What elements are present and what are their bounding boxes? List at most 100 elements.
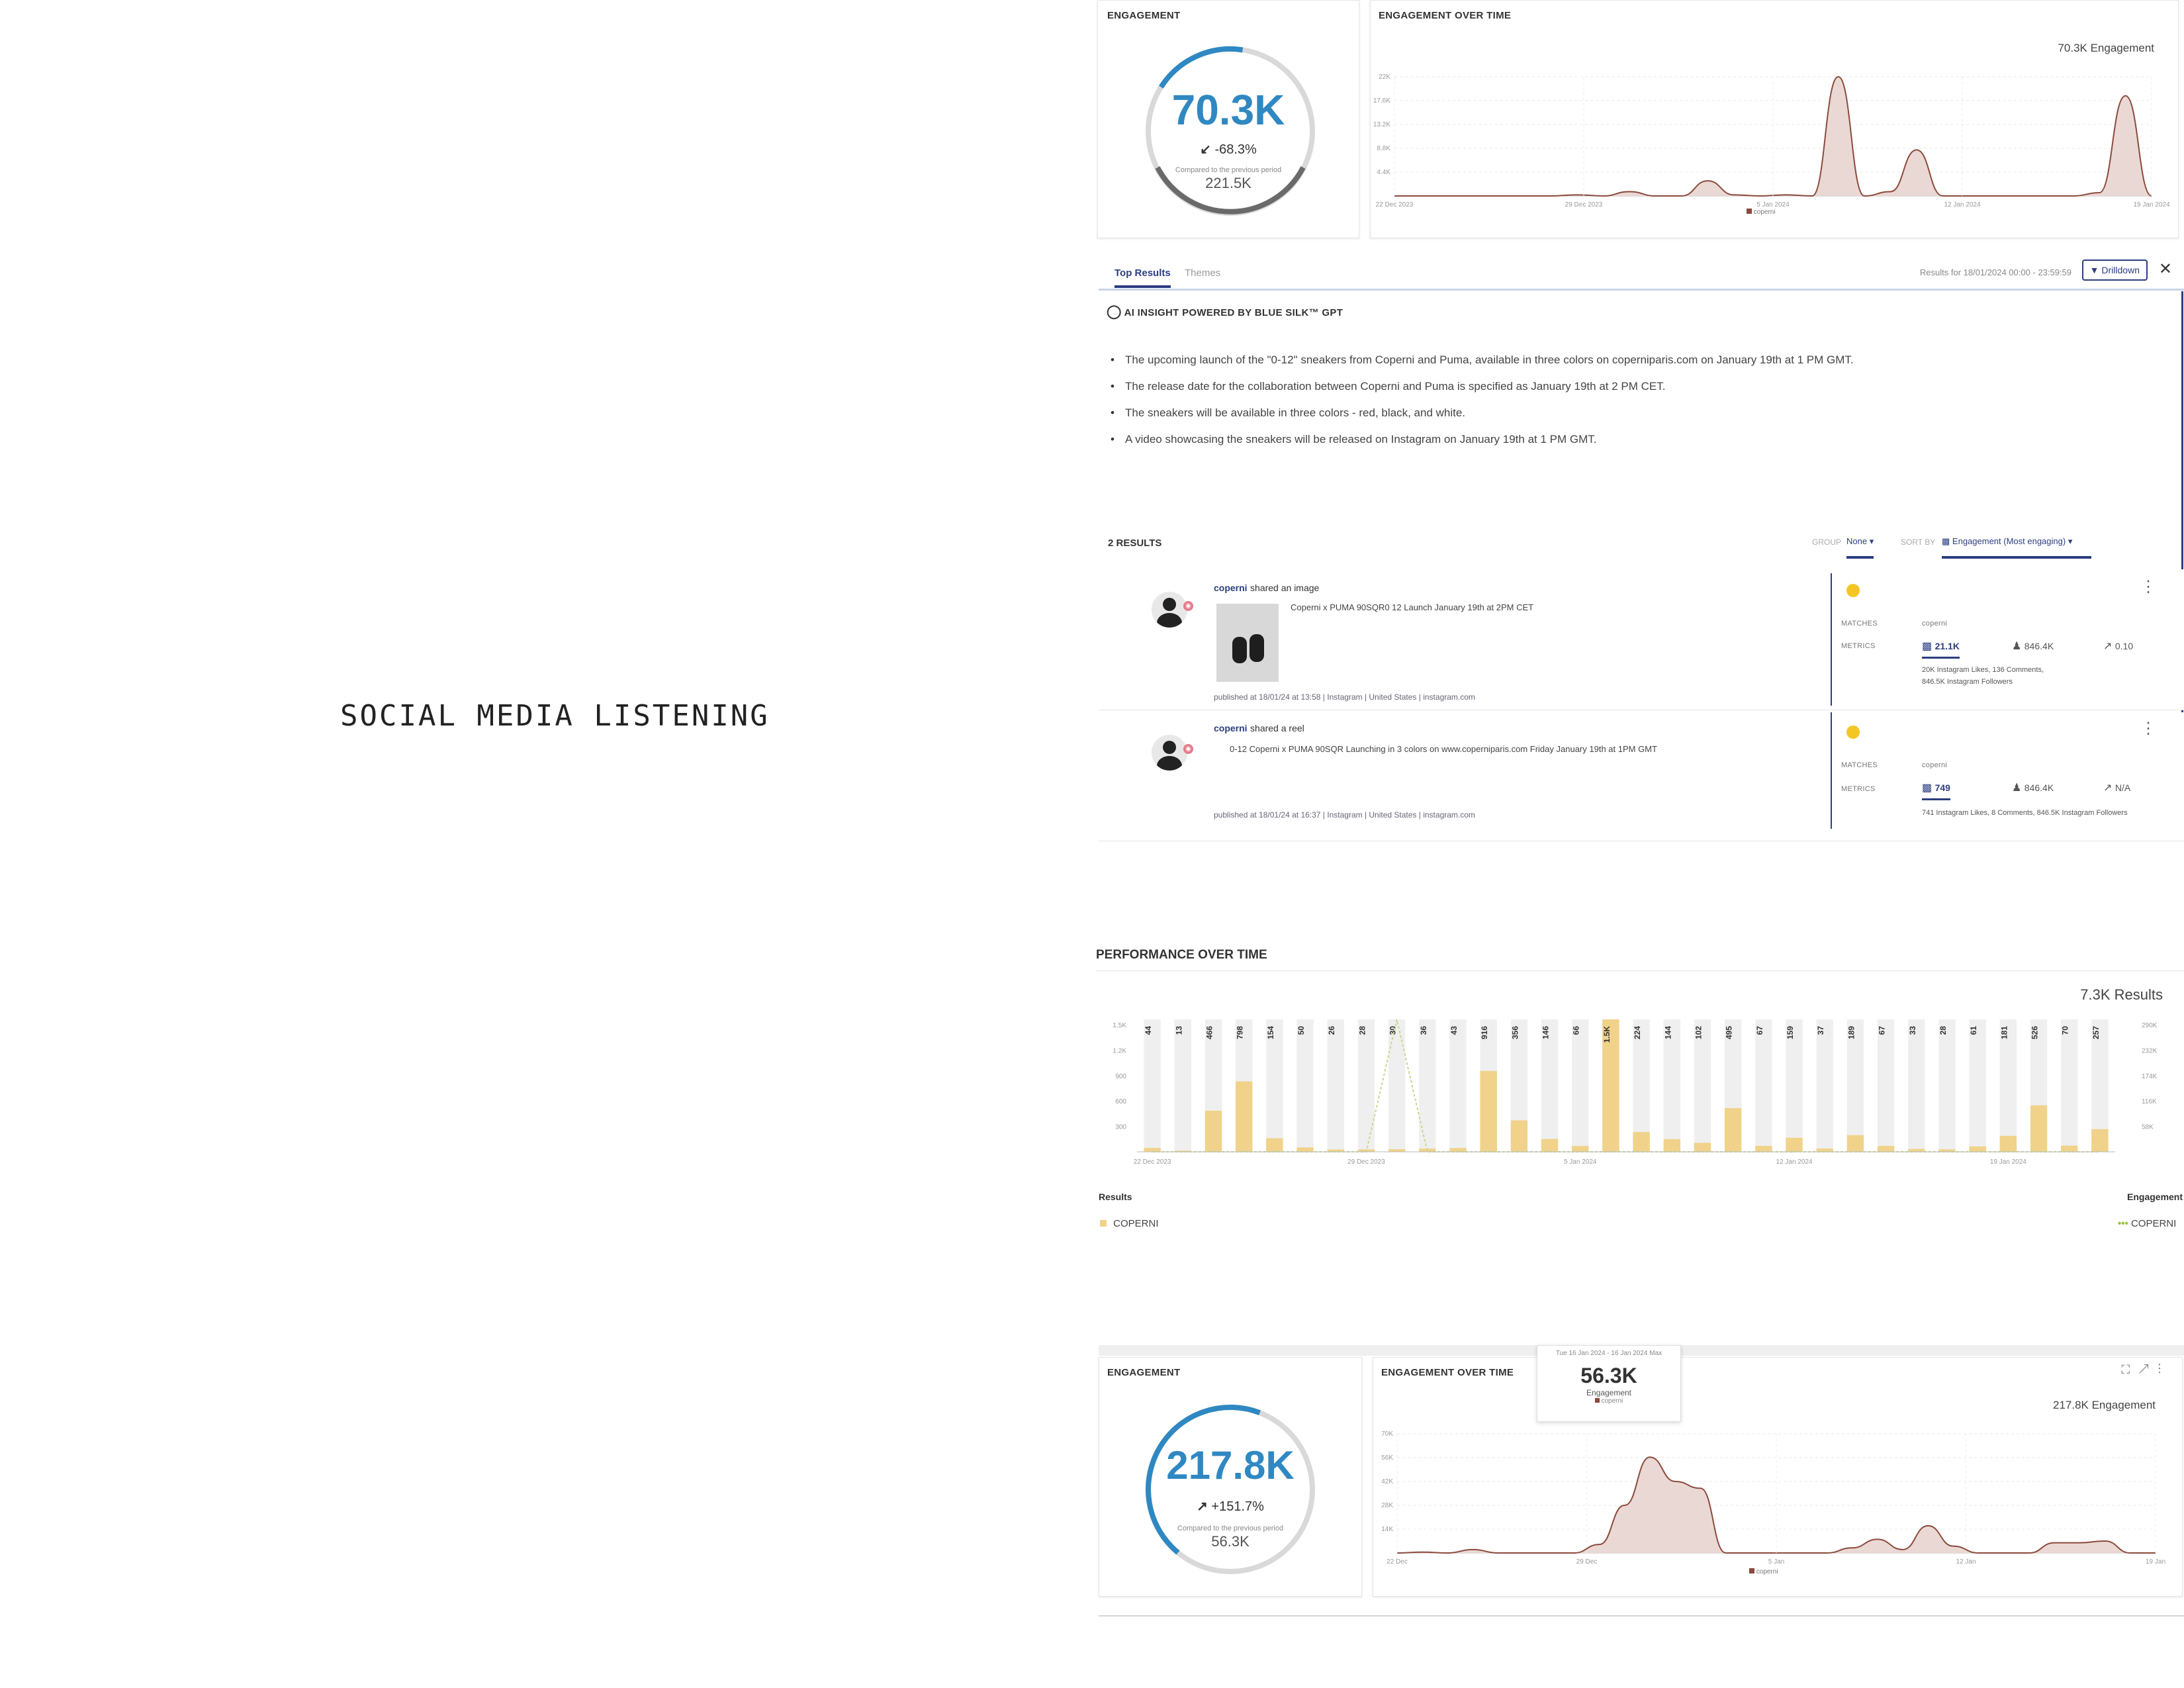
bar-data-label: 36 — [1419, 1026, 1428, 1035]
bar-data-label: 466 — [1205, 1026, 1214, 1039]
post-author[interactable]: coperni — [1214, 723, 1248, 733]
bar-background — [1572, 1019, 1589, 1152]
result-card-1[interactable]: ◉ coperni shared an image Coperni x PUMA… — [1099, 569, 2184, 710]
x-tick-label: 5 Jan 2024 — [1564, 1158, 1597, 1166]
drilldown-button[interactable]: ▼ Drilldown — [2081, 259, 2148, 281]
y-tick-label: 4.4K — [1377, 169, 1390, 176]
bar-data-label: 26 — [1327, 1026, 1336, 1035]
bar — [1205, 1110, 1222, 1152]
engagement-gauge — [1146, 1405, 1315, 1574]
engagement-over-time-card-bottom: ENGAGEMENT OVER TIME ⛶↗⋮ 217.8K Engageme… — [1373, 1357, 2183, 1597]
bar-background — [1755, 1019, 1772, 1152]
bar-data-label: 37 — [1816, 1026, 1825, 1035]
x-tick-label: 22 Dec 2023 — [1376, 201, 1414, 209]
y-tick-label: 42K — [1381, 1478, 1393, 1485]
bar-background — [1449, 1019, 1467, 1152]
bar-data-label: 189 — [1846, 1026, 1856, 1039]
arrow-down-left-icon: ↙ — [1200, 142, 1211, 157]
compared-label: Compared to the previous period — [1177, 1524, 1284, 1532]
x-tick-label: 12 Jan 2024 — [1776, 1158, 1813, 1166]
compared-label: Compared to the previous period — [1175, 166, 1282, 174]
matches-label: MATCHES — [1841, 761, 1878, 769]
sentiment-positive-icon — [1846, 726, 1860, 739]
bar-data-label: 67 — [1878, 1026, 1887, 1035]
more-options-icon[interactable]: ⋮ — [2140, 721, 2156, 737]
bar — [1663, 1139, 1680, 1152]
chart-type-icon[interactable]: ↗ — [2139, 1363, 2158, 1376]
bar-data-label: 798 — [1236, 1026, 1245, 1039]
post-text: 0-12 Coperni x PUMA 90SQR Launching in 3… — [1230, 744, 1657, 754]
bar-background — [1174, 1019, 1191, 1152]
chart-tooltip: Tue 16 Jan 2024 - 16 Jan 2024 Max 56.3K … — [1537, 1345, 1681, 1422]
y-tick-label: 600 — [1115, 1098, 1126, 1105]
instagram-badge-icon: ◉ — [1183, 601, 1193, 611]
chevron-down-icon: ▾ — [2068, 536, 2073, 546]
matches-value: coperni — [1922, 620, 1948, 628]
y-tick-label: 300 — [1115, 1124, 1126, 1131]
performance-summary: 7.3K Results — [2080, 986, 2163, 1003]
bar-data-label: 61 — [1969, 1026, 1978, 1035]
chart-toolbar: ⛶↗⋮ — [2121, 1363, 2170, 1377]
bar-data-label: 526 — [2030, 1026, 2040, 1039]
y-right-tick-label: 58K — [2142, 1124, 2154, 1131]
bar-data-label: 28 — [1357, 1026, 1367, 1035]
bar — [1846, 1135, 1864, 1152]
y-tick-label: 8.8K — [1377, 145, 1390, 152]
trend-icon: ↗ — [2103, 641, 2113, 652]
engagement-value: 70.3K — [1171, 86, 1285, 134]
engagement-legend: ••• COPERNI — [2118, 1218, 2177, 1229]
results-for: Results for 18/01/2024 00:00 - 23:59:59 — [1919, 267, 2071, 277]
chat-icon: ▩ — [1942, 536, 1950, 546]
metrics-divider — [1831, 573, 1832, 706]
ratio-metric: ↗ 0.10 — [2103, 641, 2134, 652]
tab-top-results[interactable]: Top Results — [1115, 267, 1171, 288]
bar-data-label: 66 — [1572, 1026, 1581, 1035]
sort-dropdown[interactable]: ▩ Engagement (Most engaging) ▾ — [1942, 536, 2091, 559]
tooltip-label: Engagement — [1586, 1388, 1632, 1397]
matches-value: coperni — [1922, 761, 1948, 769]
x-tick-label: 19 Jan 2024 — [2133, 201, 2169, 209]
bar-background — [1908, 1019, 1925, 1152]
bar-data-label: 44 — [1144, 1026, 1153, 1035]
chat-icon: ▩ — [1922, 641, 1933, 652]
close-icon[interactable]: ✕ — [2159, 259, 2172, 279]
bar — [2061, 1145, 2078, 1152]
more-options-icon[interactable]: ⋮ — [2158, 1363, 2171, 1376]
x-tick-label: 5 Jan 2024 — [1756, 201, 1790, 209]
published-info: published at 18/01/24 at 13:58 | Instagr… — [1214, 692, 1475, 702]
more-options-icon[interactable]: ⋮ — [2140, 579, 2156, 595]
bar — [1877, 1146, 1895, 1152]
x-tick-label: 12 Jan 2024 — [1944, 201, 1980, 209]
x-tick-label: 29 Dec 2023 — [1347, 1158, 1385, 1166]
bottom-divider — [1099, 1615, 2184, 1617]
y-tick-label: 70K — [1381, 1430, 1393, 1438]
legend-coperni: coperni — [1749, 1568, 1778, 1575]
bar-data-label: 13 — [1174, 1026, 1183, 1035]
tooltip-series: coperni — [1537, 1397, 1680, 1405]
performance-divider — [1096, 970, 2184, 971]
metrics-label: METRICS — [1841, 642, 1876, 650]
y-right-tick-label: 116K — [2142, 1098, 2157, 1105]
engagement-legend-title: Engagement — [2127, 1192, 2183, 1202]
performance-title: PERFORMANCE OVER TIME — [1096, 948, 1267, 962]
expand-icon[interactable]: ⛶ — [2121, 1363, 2139, 1376]
tooltip-date: Tue 16 Jan 2024 - 16 Jan 2024 Max — [1555, 1350, 1662, 1357]
group-dropdown[interactable]: None ▾ — [1846, 536, 1874, 559]
result-card-2[interactable]: ◉ coperni shared a reel 0-12 Coperni x P… — [1099, 712, 2184, 841]
post-thumbnail[interactable] — [1216, 604, 1279, 682]
y-tick-label: 56K — [1381, 1454, 1393, 1462]
bar-background — [1297, 1019, 1314, 1152]
post-author[interactable]: coperni — [1214, 583, 1248, 593]
engagement-value: 217.8K — [1166, 1443, 1295, 1487]
metrics-label: METRICS — [1841, 785, 1876, 793]
bar-background — [1357, 1019, 1375, 1152]
previous-value: 56.3K — [1211, 1533, 1250, 1550]
metric-details: 846.5K Instagram Followers — [1922, 678, 2013, 686]
engagement-over-time-card: ENGAGEMENT OVER TIME 70.3K Engagement 22… — [1370, 0, 2179, 238]
tooltip-value: 56.3K — [1580, 1364, 1637, 1387]
bar-data-label: 67 — [1755, 1026, 1764, 1035]
tab-themes[interactable]: Themes — [1185, 267, 1220, 279]
performance-bar-chart: 1.5K 290K 1.2K 232K 900 174K 600 116K 300 58K 44 13… — [1113, 1019, 2158, 1166]
results-count: 2 RESULTS — [1108, 538, 1162, 549]
bar — [2091, 1129, 2109, 1152]
